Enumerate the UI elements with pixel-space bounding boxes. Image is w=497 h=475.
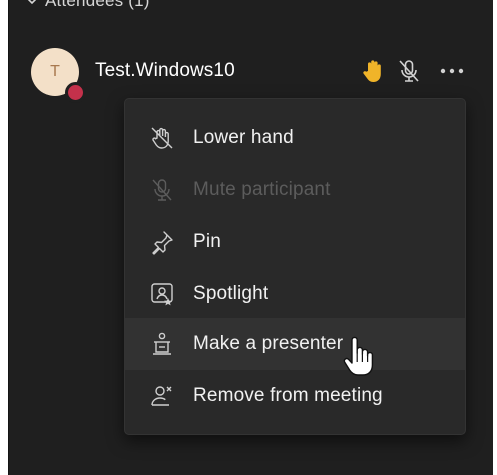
attendees-section-header[interactable]: Attendees (1)	[25, 0, 150, 11]
chevron-down-icon	[27, 0, 37, 5]
avatar-initial: T	[50, 63, 60, 80]
menu-item-label: Make a presenter	[193, 333, 344, 354]
remove-person-icon	[151, 386, 172, 406]
attendee-row[interactable]: T Test.Windows10	[9, 40, 493, 104]
pin-icon	[152, 231, 173, 255]
attendee-name: Test.Windows10	[95, 60, 235, 81]
participant-context-menu: Lower hand Mute participant Pin Spotligh…	[124, 98, 466, 435]
spotlight-icon	[151, 283, 173, 306]
lower-hand-icon	[151, 127, 173, 149]
menu-item-pin[interactable]: Pin	[125, 216, 465, 268]
mic-off-icon	[152, 179, 172, 201]
menu-item-label: Pin	[193, 231, 221, 252]
presence-status-icon	[65, 82, 86, 103]
menu-item-remove-from-meeting[interactable]: Remove from meeting	[125, 370, 465, 422]
menu-item-label: Spotlight	[193, 283, 269, 304]
attendees-section-title: Attendees (1)	[45, 0, 150, 10]
menu-item-label: Remove from meeting	[193, 385, 383, 406]
raised-hand-icon	[363, 60, 381, 82]
mic-off-icon[interactable]	[395, 57, 423, 85]
presenter-icon	[153, 332, 171, 355]
menu-item-label: Mute participant	[193, 179, 331, 200]
menu-item-label: Lower hand	[193, 127, 294, 148]
menu-item-spotlight[interactable]: Spotlight	[125, 268, 465, 320]
menu-item-mute-participant: Mute participant	[125, 164, 465, 216]
menu-item-lower-hand[interactable]: Lower hand	[125, 112, 465, 164]
more-options-icon[interactable]	[437, 57, 467, 85]
menu-item-make-a-presenter[interactable]: Make a presenter	[125, 318, 465, 370]
